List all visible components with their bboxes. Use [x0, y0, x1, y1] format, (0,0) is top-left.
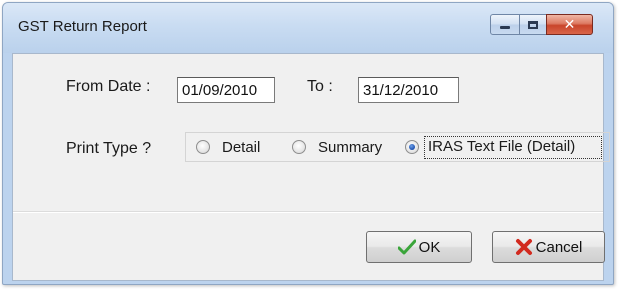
ok-button[interactable]: OK	[366, 231, 472, 263]
from-date-input[interactable]: 01/09/2010	[177, 77, 275, 103]
window-title: GST Return Report	[18, 18, 147, 35]
radio-detail[interactable]	[196, 140, 210, 154]
to-date-label: To :	[307, 78, 333, 95]
radio-detail-label[interactable]: Detail	[222, 139, 260, 156]
red-x-icon	[515, 239, 532, 255]
from-date-label: From Date :	[66, 78, 151, 95]
radio-summary[interactable]	[292, 140, 306, 154]
ok-label: OK	[418, 238, 441, 256]
radio-selected-dot	[409, 144, 415, 150]
radio-iras-text-file-label[interactable]: IRAS Text File (Detail)	[428, 138, 575, 155]
close-button[interactable]: ✕	[546, 14, 593, 35]
separator-highlight	[13, 212, 603, 213]
radio-iras-text-file[interactable]	[405, 140, 419, 154]
minimize-button[interactable]	[490, 14, 520, 35]
checkmark-icon	[397, 239, 416, 255]
gst-return-report-window: GST Return Report ✕ From Date : 01/09/20…	[2, 2, 614, 285]
close-icon: ✕	[563, 16, 576, 33]
print-type-label: Print Type ?	[66, 140, 152, 157]
cancel-label: Cancel	[535, 238, 583, 256]
to-date-input[interactable]: 31/12/2010	[358, 77, 459, 103]
maximize-button[interactable]	[519, 14, 547, 35]
maximize-icon	[528, 20, 538, 29]
radio-summary-label[interactable]: Summary	[318, 139, 382, 156]
minimize-icon	[500, 26, 510, 29]
title-bar[interactable]: GST Return Report ✕	[3, 3, 613, 53]
cancel-button[interactable]: Cancel	[492, 231, 605, 263]
